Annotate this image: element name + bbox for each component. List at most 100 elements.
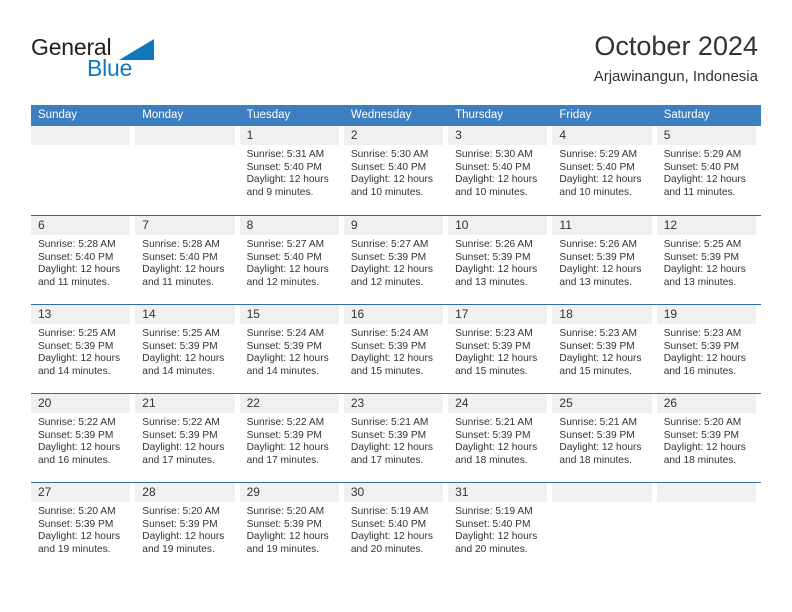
day-cell-8[interactable]: 8 Sunrise: 5:27 AM Sunset: 5:40 PM Daylight… — [239, 216, 344, 304]
day-detail-line: Sunset: 5:39 PM — [142, 429, 218, 441]
day-details: Sunrise: 5:23 AM Sunset: 5:39 PM Daylight:… — [448, 324, 550, 379]
day-number-band: 9 — [343, 216, 444, 235]
day-cell-24[interactable]: 24 Sunrise: 5:21 AM Sunset: 5:39 PM Dayligh… — [448, 394, 553, 482]
day-cell-28[interactable]: 28 Sunrise: 5:20 AM Sunset: 5:39 PM Dayligh… — [135, 483, 240, 571]
day-number-band — [656, 483, 756, 502]
day-detail-line: Daylight: 12 hours — [38, 442, 121, 454]
day-number: 1 — [246, 128, 254, 142]
day-cell-1[interactable]: 1 Sunrise: 5:31 AM Sunset: 5:40 PM Daylight… — [239, 126, 344, 215]
day-cell-13[interactable]: 13 Sunrise: 5:25 AM Sunset: 5:39 PM Dayligh… — [31, 305, 136, 393]
day-number-band: 7 — [135, 216, 235, 235]
day-detail-line: Sunrise: 5:27 AM — [246, 239, 325, 250]
day-cell-12[interactable]: 12 Sunrise: 5:25 AM Sunset: 5:39 PM Dayligh… — [656, 216, 761, 304]
day-cell-5[interactable]: 5 Sunrise: 5:29 AM Sunset: 5:40 PM Daylight… — [656, 126, 761, 215]
day-detail-line: Daylight: 12 hours — [663, 264, 746, 276]
day-detail-line: Sunset: 5:39 PM — [663, 340, 740, 352]
day-number-band: 22 — [239, 394, 339, 413]
day-number: 9 — [350, 218, 358, 232]
day-number: 17 — [455, 307, 469, 321]
day-detail-line: Sunset: 5:39 PM — [663, 251, 740, 263]
day-cell-22[interactable]: 22 Sunrise: 5:22 AM Sunset: 5:39 PM Dayligh… — [239, 394, 344, 482]
page-title: October 2024 — [594, 31, 758, 61]
day-detail-line: Sunset: 5:40 PM — [559, 161, 635, 173]
logo-text-blue: Blue — [87, 55, 133, 81]
day-cell-9[interactable]: 9 Sunrise: 5:27 AM Sunset: 5:39 PM Daylight… — [343, 216, 449, 304]
day-details: Sunrise: 5:22 AM Sunset: 5:39 PM Daylight:… — [240, 413, 342, 468]
day-cell-30[interactable]: 30 Sunrise: 5:19 AM Sunset: 5:40 PM Dayligh… — [343, 483, 449, 571]
day-detail-line: Daylight: 12 hours — [455, 264, 538, 276]
day-cell-29[interactable]: 29 Sunrise: 5:20 AM Sunset: 5:39 PM Dayligh… — [239, 483, 344, 571]
day-detail-line: Daylight: 12 hours — [350, 531, 433, 543]
day-number: 23 — [350, 396, 365, 410]
day-detail-line: and 18 minutes. — [663, 455, 737, 467]
day-detail-line: Sunrise: 5:31 AM — [246, 149, 325, 160]
day-detail-line: Sunrise: 5:28 AM — [38, 239, 116, 250]
day-cell-20[interactable]: 20 Sunrise: 5:22 AM Sunset: 5:39 PM Dayligh… — [31, 394, 136, 482]
day-detail-line: Sunrise: 5:22 AM — [38, 417, 116, 428]
day-detail-line: and 12 minutes. — [246, 277, 320, 289]
day-detail-line: Daylight: 12 hours — [246, 264, 329, 276]
day-detail-line: Sunrise: 5:23 AM — [663, 328, 742, 339]
day-detail-line: Sunrise: 5:22 AM — [142, 417, 220, 428]
day-detail-line: and 18 minutes. — [559, 455, 632, 467]
day-cell-11[interactable]: 11 Sunrise: 5:26 AM Sunset: 5:39 PM Dayligh… — [552, 216, 657, 304]
day-cell-4[interactable]: 4 Sunrise: 5:29 AM Sunset: 5:40 PM Daylight… — [552, 126, 657, 215]
day-detail-line: Sunset: 5:40 PM — [455, 518, 531, 530]
day-detail-line: and 10 minutes. — [455, 187, 528, 199]
day-details: Sunrise: 5:24 AM Sunset: 5:39 PM Daylight:… — [344, 324, 446, 379]
day-cell-16[interactable]: 16 Sunrise: 5:24 AM Sunset: 5:39 PM Dayligh… — [343, 305, 449, 393]
calendar-grid: Sunday Monday Tuesday Wednesday Thursday Frid… — [31, 105, 761, 571]
general-blue-logo[interactable]: General Blue — [31, 34, 211, 86]
day-cell-10[interactable]: 10 Sunrise: 5:26 AM Sunset: 5:39 PM Dayligh… — [448, 216, 553, 304]
day-number-band — [31, 126, 131, 145]
day-cell-19[interactable]: 19 Sunrise: 5:23 AM Sunset: 5:39 PM Dayligh… — [656, 305, 761, 393]
calendar-week-row: 6 Sunrise: 5:28 AM Sunset: 5:40 PM Daylight… — [31, 215, 761, 304]
day-details: Sunrise: 5:23 AM Sunset: 5:39 PM Daylight:… — [552, 324, 654, 379]
day-cell-15[interactable]: 15 Sunrise: 5:24 AM Sunset: 5:39 PM Dayligh… — [239, 305, 344, 393]
day-cell-26[interactable]: 26 Sunrise: 5:20 AM Sunset: 5:39 PM Dayligh… — [656, 394, 761, 482]
day-details: Sunrise: 5:25 AM Sunset: 5:39 PM Daylight:… — [657, 235, 759, 290]
day-number-band — [135, 126, 235, 145]
day-number-band: 4 — [552, 126, 652, 145]
day-detail-line: Sunrise: 5:27 AM — [350, 239, 429, 250]
day-detail-line: Daylight: 12 hours — [350, 353, 433, 365]
day-cell-3[interactable]: 3 Sunrise: 5:30 AM Sunset: 5:40 PM Daylight… — [448, 126, 553, 215]
day-detail-line: Sunset: 5:39 PM — [142, 340, 218, 352]
page-subtitle: Arjawinangun, Indonesia — [593, 68, 758, 85]
day-detail-line: Daylight: 12 hours — [142, 353, 225, 365]
day-cell-25[interactable]: 25 Sunrise: 5:21 AM Sunset: 5:39 PM Dayligh… — [552, 394, 657, 482]
day-cell-empty — [135, 126, 240, 215]
day-number-band: 5 — [656, 126, 756, 145]
day-detail-line: Sunrise: 5:25 AM — [142, 328, 220, 339]
day-cell-23[interactable]: 23 Sunrise: 5:21 AM Sunset: 5:39 PM Dayligh… — [343, 394, 449, 482]
calendar-week-row: 13 Sunrise: 5:25 AM Sunset: 5:39 PM Dayligh… — [31, 304, 761, 393]
weekday-header-saturday: Saturday — [663, 109, 710, 121]
day-cell-18[interactable]: 18 Sunrise: 5:23 AM Sunset: 5:39 PM Dayligh… — [552, 305, 657, 393]
day-details: Sunrise: 5:20 AM Sunset: 5:39 PM Daylight:… — [135, 502, 237, 557]
day-cell-empty — [552, 483, 657, 571]
day-details: Sunrise: 5:27 AM Sunset: 5:39 PM Daylight:… — [344, 235, 446, 290]
day-detail-line: Sunset: 5:39 PM — [455, 251, 531, 263]
day-cell-7[interactable]: 7 Sunrise: 5:28 AM Sunset: 5:40 PM Daylight… — [135, 216, 240, 304]
day-cell-14[interactable]: 14 Sunrise: 5:25 AM Sunset: 5:39 PM Dayligh… — [135, 305, 240, 393]
day-detail-line: and 19 minutes. — [246, 544, 320, 556]
day-cell-21[interactable]: 21 Sunrise: 5:22 AM Sunset: 5:39 PM Dayligh… — [135, 394, 240, 482]
day-number: 12 — [663, 218, 678, 232]
day-cell-27[interactable]: 27 Sunrise: 5:20 AM Sunset: 5:39 PM Dayligh… — [31, 483, 136, 571]
day-detail-line: Sunset: 5:39 PM — [350, 251, 427, 263]
day-details: Sunrise: 5:23 AM Sunset: 5:39 PM Daylight:… — [657, 324, 759, 379]
day-cell-6[interactable]: 6 Sunrise: 5:28 AM Sunset: 5:40 PM Daylight… — [31, 216, 136, 304]
day-details: Sunrise: 5:31 AM Sunset: 5:40 PM Daylight:… — [240, 145, 342, 200]
day-detail-line: Sunrise: 5:23 AM — [559, 328, 637, 339]
day-cell-empty — [656, 483, 761, 571]
day-number: 29 — [246, 485, 260, 499]
day-detail-line: and 20 minutes. — [350, 544, 424, 556]
day-cell-31[interactable]: 31 Sunrise: 5:19 AM Sunset: 5:40 PM Dayligh… — [448, 483, 553, 571]
day-detail-line: Sunrise: 5:20 AM — [142, 506, 220, 517]
day-cell-17[interactable]: 17 Sunrise: 5:23 AM Sunset: 5:39 PM Dayligh… — [448, 305, 553, 393]
day-details: Sunrise: 5:30 AM Sunset: 5:40 PM Daylight:… — [344, 145, 446, 200]
day-detail-line: Sunset: 5:40 PM — [246, 161, 322, 173]
day-cell-2[interactable]: 2 Sunrise: 5:30 AM Sunset: 5:40 PM Daylight… — [343, 126, 449, 215]
day-number: 26 — [663, 396, 678, 410]
day-detail-line: Sunset: 5:40 PM — [350, 161, 427, 173]
